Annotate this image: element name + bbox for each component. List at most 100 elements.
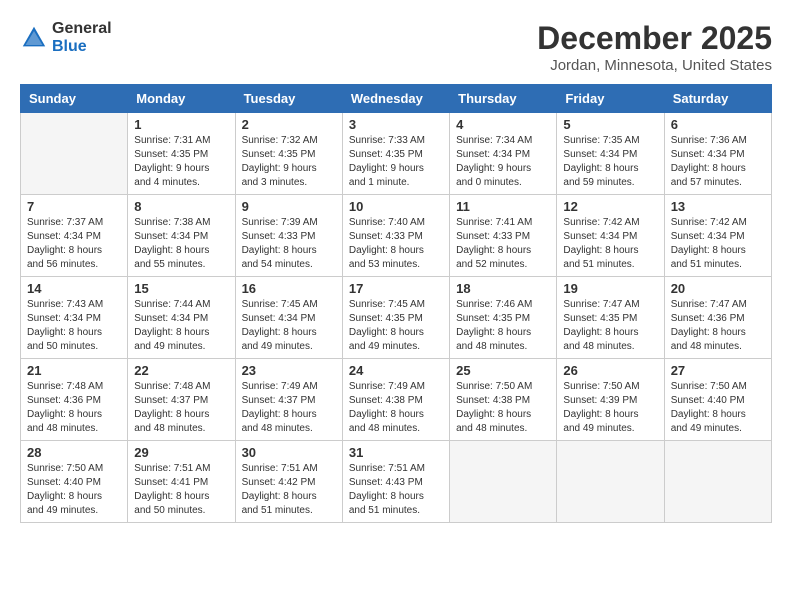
calendar-cell: 12 Sunrise: 7:42 AMSunset: 4:34 PMDaylig… bbox=[557, 195, 664, 277]
day-number: 9 bbox=[242, 199, 336, 214]
calendar-cell: 25 Sunrise: 7:50 AMSunset: 4:38 PMDaylig… bbox=[450, 359, 557, 441]
day-number: 17 bbox=[349, 281, 443, 296]
day-info: Sunrise: 7:51 AMSunset: 4:42 PMDaylight:… bbox=[242, 462, 336, 518]
calendar-cell: 16 Sunrise: 7:45 AMSunset: 4:34 PMDaylig… bbox=[235, 277, 342, 359]
calendar-cell bbox=[450, 441, 557, 523]
calendar-cell: 7 Sunrise: 7:37 AMSunset: 4:34 PMDayligh… bbox=[21, 195, 128, 277]
day-number: 30 bbox=[242, 445, 336, 460]
header-thursday: Thursday bbox=[450, 85, 557, 113]
day-info: Sunrise: 7:50 AMSunset: 4:40 PMDaylight:… bbox=[671, 380, 765, 436]
calendar-cell: 22 Sunrise: 7:48 AMSunset: 4:37 PMDaylig… bbox=[128, 359, 235, 441]
day-number: 18 bbox=[456, 281, 550, 296]
calendar-week-1: 1 Sunrise: 7:31 AMSunset: 4:35 PMDayligh… bbox=[21, 113, 772, 195]
calendar-cell: 10 Sunrise: 7:40 AMSunset: 4:33 PMDaylig… bbox=[342, 195, 449, 277]
calendar-cell: 15 Sunrise: 7:44 AMSunset: 4:34 PMDaylig… bbox=[128, 277, 235, 359]
calendar-cell: 31 Sunrise: 7:51 AMSunset: 4:43 PMDaylig… bbox=[342, 441, 449, 523]
day-number: 28 bbox=[27, 445, 121, 460]
day-info: Sunrise: 7:37 AMSunset: 4:34 PMDaylight:… bbox=[27, 216, 121, 272]
calendar-table: SundayMondayTuesdayWednesdayThursdayFrid… bbox=[20, 84, 772, 523]
logo-icon bbox=[20, 24, 48, 52]
day-number: 16 bbox=[242, 281, 336, 296]
calendar-week-3: 14 Sunrise: 7:43 AMSunset: 4:34 PMDaylig… bbox=[21, 277, 772, 359]
day-number: 5 bbox=[563, 117, 657, 132]
location-title: Jordan, Minnesota, United States bbox=[537, 57, 772, 74]
day-number: 19 bbox=[563, 281, 657, 296]
calendar-cell: 19 Sunrise: 7:47 AMSunset: 4:35 PMDaylig… bbox=[557, 277, 664, 359]
day-info: Sunrise: 7:50 AMSunset: 4:39 PMDaylight:… bbox=[563, 380, 657, 436]
day-info: Sunrise: 7:48 AMSunset: 4:37 PMDaylight:… bbox=[134, 380, 228, 436]
day-info: Sunrise: 7:45 AMSunset: 4:34 PMDaylight:… bbox=[242, 298, 336, 354]
calendar-cell: 6 Sunrise: 7:36 AMSunset: 4:34 PMDayligh… bbox=[664, 113, 771, 195]
day-info: Sunrise: 7:42 AMSunset: 4:34 PMDaylight:… bbox=[563, 216, 657, 272]
day-number: 8 bbox=[134, 199, 228, 214]
calendar-cell bbox=[21, 113, 128, 195]
day-number: 3 bbox=[349, 117, 443, 132]
title-area: December 2025 Jordan, Minnesota, United … bbox=[537, 20, 772, 74]
day-number: 4 bbox=[456, 117, 550, 132]
day-info: Sunrise: 7:46 AMSunset: 4:35 PMDaylight:… bbox=[456, 298, 550, 354]
calendar-cell: 3 Sunrise: 7:33 AMSunset: 4:35 PMDayligh… bbox=[342, 113, 449, 195]
day-info: Sunrise: 7:50 AMSunset: 4:40 PMDaylight:… bbox=[27, 462, 121, 518]
day-number: 2 bbox=[242, 117, 336, 132]
calendar-cell: 26 Sunrise: 7:50 AMSunset: 4:39 PMDaylig… bbox=[557, 359, 664, 441]
day-number: 11 bbox=[456, 199, 550, 214]
day-info: Sunrise: 7:49 AMSunset: 4:38 PMDaylight:… bbox=[349, 380, 443, 436]
calendar-cell: 30 Sunrise: 7:51 AMSunset: 4:42 PMDaylig… bbox=[235, 441, 342, 523]
day-info: Sunrise: 7:45 AMSunset: 4:35 PMDaylight:… bbox=[349, 298, 443, 354]
header-tuesday: Tuesday bbox=[235, 85, 342, 113]
day-info: Sunrise: 7:35 AMSunset: 4:34 PMDaylight:… bbox=[563, 134, 657, 190]
day-info: Sunrise: 7:51 AMSunset: 4:43 PMDaylight:… bbox=[349, 462, 443, 518]
calendar-cell bbox=[557, 441, 664, 523]
month-title: December 2025 bbox=[537, 20, 772, 57]
calendar-cell: 29 Sunrise: 7:51 AMSunset: 4:41 PMDaylig… bbox=[128, 441, 235, 523]
day-info: Sunrise: 7:47 AMSunset: 4:36 PMDaylight:… bbox=[671, 298, 765, 354]
day-number: 22 bbox=[134, 363, 228, 378]
calendar-cell: 21 Sunrise: 7:48 AMSunset: 4:36 PMDaylig… bbox=[21, 359, 128, 441]
day-number: 13 bbox=[671, 199, 765, 214]
calendar-cell: 17 Sunrise: 7:45 AMSunset: 4:35 PMDaylig… bbox=[342, 277, 449, 359]
header-friday: Friday bbox=[557, 85, 664, 113]
calendar-cell: 13 Sunrise: 7:42 AMSunset: 4:34 PMDaylig… bbox=[664, 195, 771, 277]
day-info: Sunrise: 7:39 AMSunset: 4:33 PMDaylight:… bbox=[242, 216, 336, 272]
day-number: 10 bbox=[349, 199, 443, 214]
day-number: 20 bbox=[671, 281, 765, 296]
day-info: Sunrise: 7:49 AMSunset: 4:37 PMDaylight:… bbox=[242, 380, 336, 436]
day-info: Sunrise: 7:44 AMSunset: 4:34 PMDaylight:… bbox=[134, 298, 228, 354]
calendar-cell: 1 Sunrise: 7:31 AMSunset: 4:35 PMDayligh… bbox=[128, 113, 235, 195]
day-info: Sunrise: 7:48 AMSunset: 4:36 PMDaylight:… bbox=[27, 380, 121, 436]
logo: General Blue bbox=[20, 20, 112, 56]
day-number: 15 bbox=[134, 281, 228, 296]
calendar-cell: 24 Sunrise: 7:49 AMSunset: 4:38 PMDaylig… bbox=[342, 359, 449, 441]
header-monday: Monday bbox=[128, 85, 235, 113]
day-number: 26 bbox=[563, 363, 657, 378]
calendar-cell: 9 Sunrise: 7:39 AMSunset: 4:33 PMDayligh… bbox=[235, 195, 342, 277]
calendar-cell: 28 Sunrise: 7:50 AMSunset: 4:40 PMDaylig… bbox=[21, 441, 128, 523]
calendar-cell: 23 Sunrise: 7:49 AMSunset: 4:37 PMDaylig… bbox=[235, 359, 342, 441]
calendar-cell: 4 Sunrise: 7:34 AMSunset: 4:34 PMDayligh… bbox=[450, 113, 557, 195]
calendar-week-4: 21 Sunrise: 7:48 AMSunset: 4:36 PMDaylig… bbox=[21, 359, 772, 441]
calendar-cell: 14 Sunrise: 7:43 AMSunset: 4:34 PMDaylig… bbox=[21, 277, 128, 359]
header-saturday: Saturday bbox=[664, 85, 771, 113]
day-info: Sunrise: 7:43 AMSunset: 4:34 PMDaylight:… bbox=[27, 298, 121, 354]
day-number: 27 bbox=[671, 363, 765, 378]
logo-text: General Blue bbox=[52, 20, 112, 56]
day-number: 1 bbox=[134, 117, 228, 132]
day-info: Sunrise: 7:33 AMSunset: 4:35 PMDaylight:… bbox=[349, 134, 443, 190]
day-number: 25 bbox=[456, 363, 550, 378]
day-number: 14 bbox=[27, 281, 121, 296]
calendar-header-row: SundayMondayTuesdayWednesdayThursdayFrid… bbox=[21, 85, 772, 113]
day-number: 12 bbox=[563, 199, 657, 214]
day-info: Sunrise: 7:40 AMSunset: 4:33 PMDaylight:… bbox=[349, 216, 443, 272]
calendar-cell: 18 Sunrise: 7:46 AMSunset: 4:35 PMDaylig… bbox=[450, 277, 557, 359]
calendar-cell: 8 Sunrise: 7:38 AMSunset: 4:34 PMDayligh… bbox=[128, 195, 235, 277]
header-wednesday: Wednesday bbox=[342, 85, 449, 113]
day-info: Sunrise: 7:34 AMSunset: 4:34 PMDaylight:… bbox=[456, 134, 550, 190]
page-header: General Blue December 2025 Jordan, Minne… bbox=[20, 20, 772, 74]
day-info: Sunrise: 7:42 AMSunset: 4:34 PMDaylight:… bbox=[671, 216, 765, 272]
day-info: Sunrise: 7:50 AMSunset: 4:38 PMDaylight:… bbox=[456, 380, 550, 436]
calendar-week-5: 28 Sunrise: 7:50 AMSunset: 4:40 PMDaylig… bbox=[21, 441, 772, 523]
header-sunday: Sunday bbox=[21, 85, 128, 113]
day-number: 24 bbox=[349, 363, 443, 378]
day-info: Sunrise: 7:51 AMSunset: 4:41 PMDaylight:… bbox=[134, 462, 228, 518]
calendar-week-2: 7 Sunrise: 7:37 AMSunset: 4:34 PMDayligh… bbox=[21, 195, 772, 277]
